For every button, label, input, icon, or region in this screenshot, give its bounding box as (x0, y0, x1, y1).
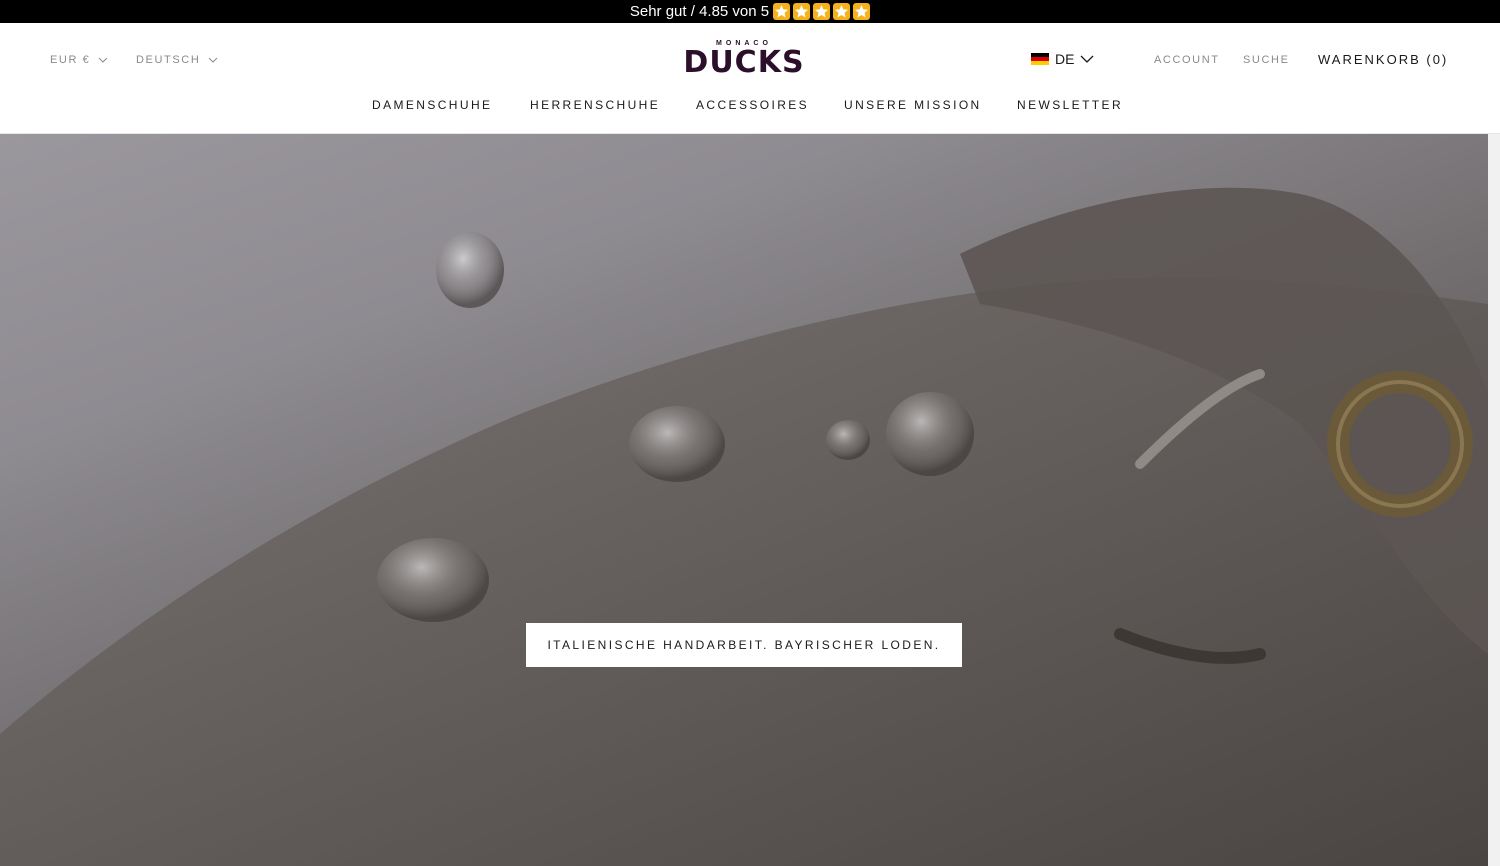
language-selector[interactable]: DEUTSCH (136, 54, 218, 66)
star-icon (833, 3, 851, 20)
announcement-bar: Sehr gut / 4.85 von 5 (0, 0, 1500, 23)
star-icon (793, 3, 811, 20)
search-link[interactable]: SUCHE (1243, 54, 1290, 66)
page-scrollbar[interactable] (1488, 134, 1500, 866)
nav-item-accessoires[interactable]: ACCESSOIRES (696, 98, 809, 112)
site-header: EUR € DEUTSCH MONACO DUCKS DE ACCOUNT SU… (0, 23, 1500, 134)
chevron-down-icon (1080, 55, 1094, 63)
star-icon (853, 3, 871, 20)
hero-cta-button[interactable]: ITALIENISCHE HANDARBEIT. BAYRISCHER LODE… (526, 623, 962, 667)
nav-item-newsletter[interactable]: NEWSLETTER (1017, 98, 1123, 112)
chevron-down-icon (99, 57, 108, 63)
language-label: DEUTSCH (136, 54, 201, 66)
hero-image (0, 187, 1488, 866)
currency-label: EUR € (50, 54, 91, 66)
nav-item-herrenschuhe[interactable]: HERRENSCHUHE (530, 98, 660, 112)
nav-item-damenschuhe[interactable]: DAMENSCHUHE (372, 98, 492, 112)
logo-title: DUCKS (683, 45, 805, 80)
currency-selector[interactable]: EUR € (50, 54, 108, 66)
star-icon (773, 3, 791, 20)
germany-flag-icon (1031, 52, 1049, 66)
hero-banner: ITALIENISCHE HANDARBEIT. BAYRISCHER LODE… (0, 134, 1488, 866)
site-logo[interactable]: MONACO DUCKS (673, 39, 815, 79)
main-nav: DAMENSCHUHE HERRENSCHUHE ACCESSOIRES UNS… (0, 98, 1500, 114)
cart-link[interactable]: WARENKORB (0) (1318, 52, 1448, 67)
rating-text: Sehr gut / 4.85 von 5 (629, 3, 770, 20)
nav-item-unsere-mission[interactable]: UNSERE MISSION (844, 98, 982, 112)
country-label: DE (1055, 51, 1075, 67)
country-switcher[interactable]: DE (1031, 51, 1094, 67)
chevron-down-icon (209, 57, 218, 63)
account-link[interactable]: ACCOUNT (1154, 54, 1220, 66)
star-icon (813, 3, 831, 20)
rating-stars (773, 3, 871, 20)
